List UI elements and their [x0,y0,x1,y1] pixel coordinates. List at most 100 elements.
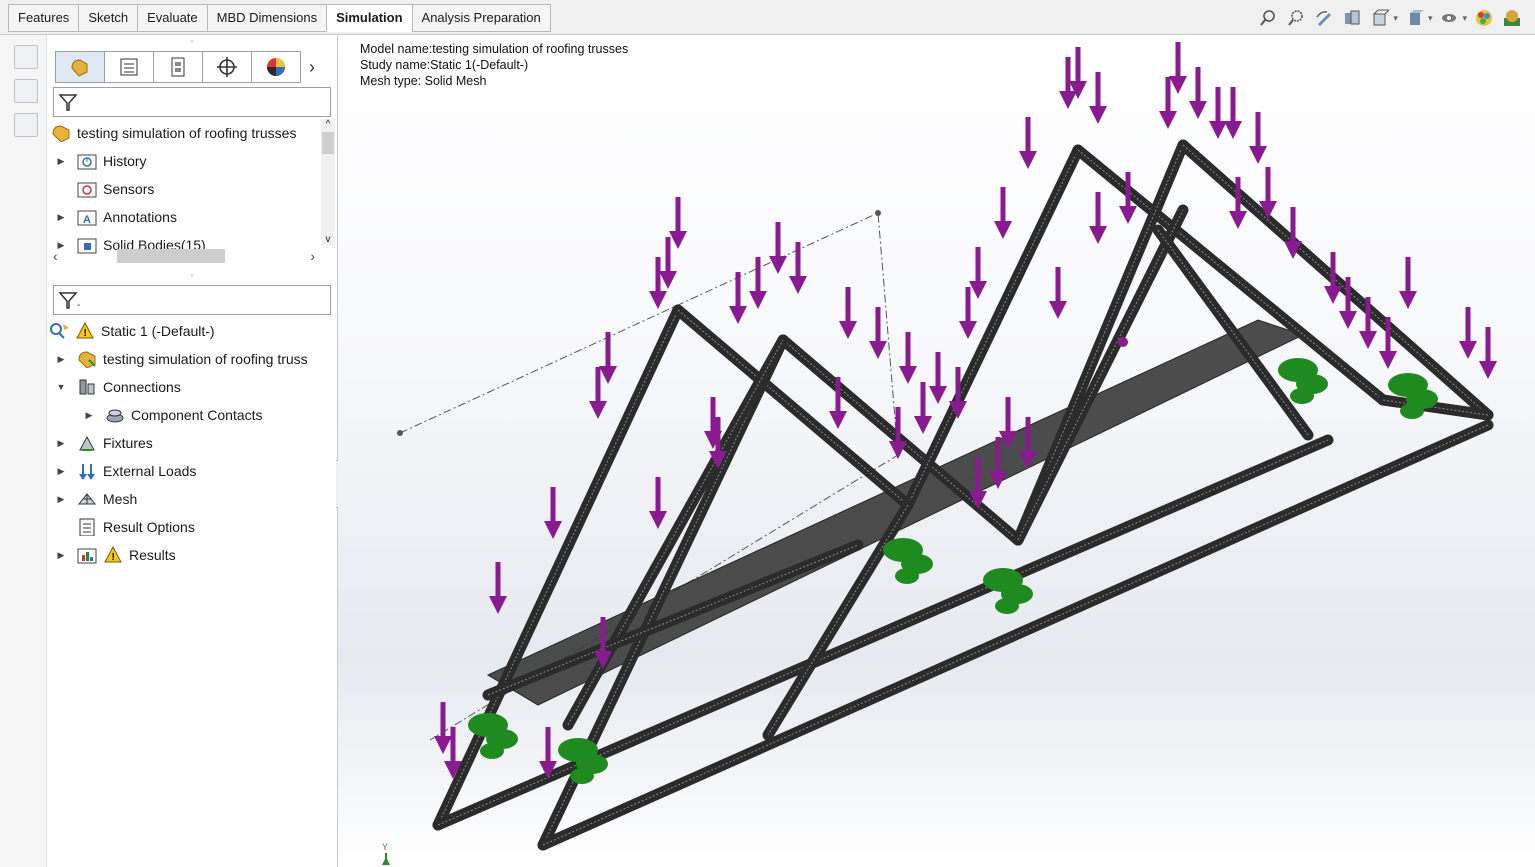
simulation-study-tree: ! Static 1 (-Default-) ▶ testing simulati… [47,317,337,569]
feature-manager-tab[interactable] [55,51,104,83]
expand-arrow-icon[interactable]: ▶ [55,212,67,223]
feature-tree-root[interactable]: testing simulation of roofing trusses [47,119,337,147]
filter-icon [58,94,78,111]
load-arrow-head [1359,331,1377,349]
edit-sketch-icon[interactable] [14,113,38,137]
truss-model [397,42,1497,851]
fixtures-icon [77,434,97,452]
feature-tree-item[interactable]: Sensors [47,175,337,203]
sketch-icon[interactable] [14,79,38,103]
load-arrow-head [1049,301,1067,319]
load-arrow-head [914,416,932,434]
sensors-folder-icon [77,180,97,198]
tab-mbd-dimensions[interactable]: MBD Dimensions [206,4,327,32]
vscroll-down-icon[interactable]: v [321,234,335,245]
sketch-plane-icon[interactable] [14,45,38,69]
feature-tree-item[interactable]: ▶ A Annotations [47,203,337,231]
history-folder-icon [77,152,97,170]
configuration-manager-icon [171,57,185,77]
dimxpert-manager-tab[interactable] [202,51,251,83]
study-tree-item[interactable]: ▶ Mesh [47,485,337,513]
zoom-to-area-icon[interactable] [1285,7,1307,29]
section-view-icon[interactable] [1341,7,1363,29]
load-arrow-head [1459,341,1477,359]
hscroll-left-icon[interactable]: ‹ [53,248,58,264]
feature-tree-item-label: History [103,153,147,169]
load-arrow-head [1159,111,1177,129]
load-arrow-head [1059,91,1077,109]
apply-scene-icon[interactable] [1501,7,1523,29]
hide-show-items-icon[interactable] [1438,7,1460,29]
external-loads-icon [77,462,97,480]
mesh-type-text: Mesh type: Solid Mesh [360,74,487,88]
previous-view-icon[interactable] [1313,7,1335,29]
study-tree-item[interactable]: ▶ Fixtures [47,429,337,457]
study-root[interactable]: ! Static 1 (-Default-) [47,317,337,345]
view-orientation-dropdown-icon[interactable]: ▾ [1393,13,1398,24]
tab-features[interactable]: Features [8,4,79,32]
heads-up-view-toolbar: ▾ ▾ ▾ [1257,7,1523,29]
dimxpert-icon [217,57,237,77]
load-arrow-head [589,401,607,419]
expand-arrow-icon[interactable]: ▶ [55,466,67,477]
graphics-area[interactable]: Model name:testing simulation of roofing… [338,35,1535,867]
display-style-dropdown-icon[interactable]: ▾ [1428,13,1433,24]
feature-filter-box[interactable] [53,87,331,117]
zoom-to-fit-icon[interactable] [1257,7,1279,29]
collapse-arrow-icon[interactable]: ▼ [55,382,67,392]
svg-text:Y: Y [382,842,388,852]
expand-arrow-icon[interactable]: ▶ [55,550,67,561]
expand-arrow-icon[interactable]: ▶ [55,494,67,505]
study-tree-item[interactable]: ▶ Component Contacts [47,401,337,429]
property-manager-tab[interactable] [104,51,153,83]
vscroll-up-icon[interactable]: ^ [321,119,335,130]
configuration-manager-tab[interactable] [153,51,202,83]
feature-tree-vscroll[interactable]: ^ v [321,119,335,245]
study-tree-item[interactable]: ▶ testing simulation of roofing truss [47,345,337,373]
tab-simulation[interactable]: Simulation [326,4,412,32]
feature-tree-hscroll[interactable]: ‹ › [53,247,333,265]
study-tree-item-label: Results [129,547,176,563]
study-tree-item[interactable]: Result Options [47,513,337,541]
panel-grip-top[interactable]: ◦ [47,35,337,47]
hide-show-dropdown-icon[interactable]: ▾ [1462,13,1467,24]
load-arrow-head [1209,121,1227,139]
load-arrow-head [1479,361,1497,379]
results-icon [77,546,97,564]
display-manager-tab[interactable] [251,51,301,83]
tab-sketch[interactable]: Sketch [78,4,138,32]
tab-evaluate[interactable]: Evaluate [137,4,207,32]
plane-vertex [875,210,881,216]
load-arrow-head [969,281,987,299]
feature-manager-panel: ◦ › testing simulation of roofing trusse… [47,35,338,867]
result-options-icon [77,518,97,536]
display-style-icon[interactable] [1404,7,1426,29]
study-tree-item[interactable]: ▼ Connections [47,373,337,401]
expand-arrow-icon[interactable]: ▶ [83,410,95,421]
edit-appearance-icon[interactable] [1473,7,1495,29]
expand-arrow-icon[interactable]: ▶ [55,354,67,365]
load-arrow-head [929,386,947,404]
more-tabs-chevron-icon[interactable]: › [301,57,323,78]
property-manager-icon [120,58,138,76]
load-arrow-head [1224,121,1242,139]
study-tree-item[interactable]: ▶! Results [47,541,337,569]
study-tree-item[interactable]: ▶ External Loads [47,457,337,485]
fixture-marker [1400,403,1424,419]
feature-tree-item[interactable]: ▶ History [47,147,337,175]
load-arrow-head [649,511,667,529]
expand-arrow-icon[interactable]: ▶ [55,438,67,449]
view-orientation-icon[interactable] [1369,7,1391,29]
vscroll-thumb[interactable] [322,132,334,154]
panel-splitter[interactable]: ◦ [47,269,337,281]
display-manager-icon [267,58,285,76]
load-arrow-head [1089,106,1107,124]
load-arrow-head [789,276,807,294]
part-icon [77,350,97,368]
expand-arrow-icon[interactable]: ▶ [55,156,67,167]
tab-analysis-preparation[interactable]: Analysis Preparation [411,4,551,32]
hscroll-right-icon[interactable]: › [310,248,315,264]
hscroll-thumb[interactable] [117,249,225,263]
load-arrow-head [769,256,787,274]
study-filter-box[interactable]: - [53,285,331,315]
